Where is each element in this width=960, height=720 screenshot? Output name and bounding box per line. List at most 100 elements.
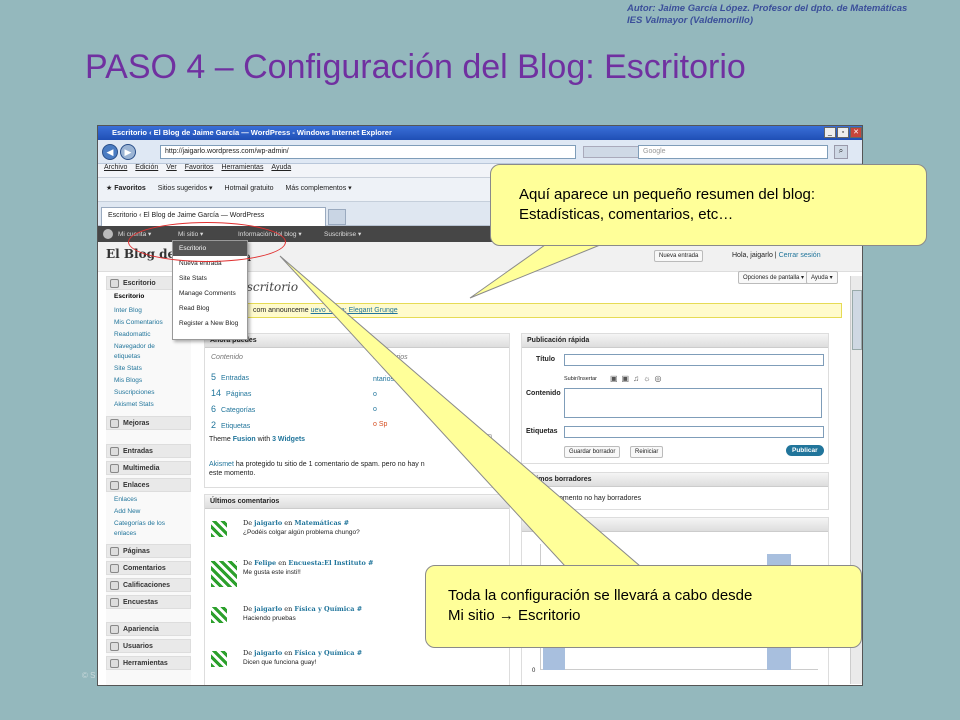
bottom-callout-line-2: Mi sitio → Escritorio xyxy=(448,607,581,624)
suggested-sites[interactable]: Sitios sugeridos ▾ xyxy=(158,185,213,192)
poll-icon xyxy=(110,598,119,607)
brush-icon xyxy=(110,625,119,634)
highlight-ring xyxy=(128,222,286,262)
logout-link[interactable]: Cerrar sesión xyxy=(779,252,821,259)
menu-herramientas[interactable]: Herramientas xyxy=(106,656,191,670)
sub-inter-blog[interactable]: Inter Blog xyxy=(114,307,142,314)
comment-item: De jaigarlo en Matemáticas # ¿Podéis col… xyxy=(209,517,509,557)
contenido-label: Contenido xyxy=(526,390,561,397)
comment-counts: ntarios o o o Sp xyxy=(373,376,395,428)
gear-icon xyxy=(110,419,119,428)
sub-akismet-stats[interactable]: Akismet Stats xyxy=(114,401,154,408)
reset-button[interactable]: Reiniciar xyxy=(630,446,664,458)
greeting: Hola, jaigarlo | Cerrar sesión xyxy=(732,252,821,259)
bottom-callout: Toda la configuración se llevará a cabo … xyxy=(425,565,862,648)
back-icon[interactable]: ◀ xyxy=(102,144,118,160)
sub-navegador[interactable]: Navegador de xyxy=(114,343,155,350)
rating-icon xyxy=(110,581,119,590)
house-icon xyxy=(110,279,119,288)
menu-favoritos[interactable]: Favoritos xyxy=(185,164,214,171)
announcement-notice: com announceme uevo Tema: Elegant Grunge xyxy=(202,303,842,318)
slide-title: PASO 4 – Configuración del Blog: Escrito… xyxy=(85,48,746,86)
quick-post-box: Publicación rápida Título Subir/Insertar… xyxy=(521,333,829,464)
menu-comentarios[interactable]: Comentarios xyxy=(106,561,191,575)
sub-escritorio[interactable]: Escritorio xyxy=(114,293,144,300)
publish-button[interactable]: Publicar xyxy=(786,445,824,456)
sub-mis-comentarios[interactable]: Mis Comentarios xyxy=(114,319,163,326)
right-arrow-icon: → xyxy=(498,607,514,624)
drafts-box: Últimos borradores este momento no hay b… xyxy=(521,472,829,510)
content-textarea[interactable] xyxy=(564,388,822,418)
wpbar-suscribirse[interactable]: Suscribirse ▾ xyxy=(324,230,361,238)
new-entry-button[interactable]: Nueva entrada xyxy=(654,250,704,262)
page-icon xyxy=(110,547,119,556)
menu-ayuda[interactable]: Ayuda xyxy=(271,164,291,171)
menu-herramientas[interactable]: Herramientas xyxy=(221,164,263,171)
dropdown-manage-comments[interactable]: Manage Comments xyxy=(173,286,247,301)
menu-enlaces[interactable]: Enlaces xyxy=(106,478,191,492)
more-addons[interactable]: Más complementos ▾ xyxy=(286,185,352,192)
menu-edicion[interactable]: Edición xyxy=(135,164,158,171)
drafts-title: Últimos borradores xyxy=(522,473,828,487)
menu-mejoras[interactable]: Mejoras xyxy=(106,416,191,430)
count-list: 5 Entradas 14 Páginas 6 Categorías 2 Eti… xyxy=(211,370,255,434)
sub-enlaces-2[interactable]: enlaces xyxy=(114,530,136,537)
top-callout: Aquí aparece un pequeño resumen del blog… xyxy=(490,164,927,246)
forward-icon[interactable]: ▶ xyxy=(120,144,136,160)
screen-options-button[interactable]: Opciones de pantalla ▾ xyxy=(738,271,810,284)
menu-encuestas[interactable]: Encuestas xyxy=(106,595,191,609)
sub-suscripciones[interactable]: Suscripciones xyxy=(114,389,154,396)
save-draft-button[interactable]: Guardar borrador xyxy=(564,446,621,458)
close-button[interactable]: ✕ xyxy=(850,127,862,138)
sub-readomattic[interactable]: Readomattic xyxy=(114,331,151,338)
maximize-button[interactable]: ▫ xyxy=(837,127,849,138)
window-title-bar: Escritorio ‹ El Blog de Jaime García — W… xyxy=(98,126,862,140)
title-input[interactable] xyxy=(564,354,824,366)
menu-archivo[interactable]: Archivo xyxy=(104,164,127,171)
media-icons[interactable]: ▣▣♫☼◎ xyxy=(610,374,665,383)
top-callout-line-1: Aquí aparece un pequeño resumen del blog… xyxy=(519,186,816,203)
new-tab-button[interactable] xyxy=(328,209,346,225)
scrollbar-thumb[interactable] xyxy=(852,290,862,350)
menu-entradas[interactable]: Entradas xyxy=(106,444,191,458)
count-categorias[interactable]: 6 Categorías xyxy=(211,402,255,418)
change-theme-button[interactable]: biar tema xyxy=(457,434,493,446)
upload-insert-label: Subir/Insertar xyxy=(564,376,598,382)
sub-etiquetas[interactable]: etiquetas xyxy=(114,353,140,360)
user-icon xyxy=(110,642,119,651)
dropdown-site-stats[interactable]: Site Stats xyxy=(173,271,247,286)
refresh-stop-buttons[interactable] xyxy=(583,146,643,158)
menu-ver[interactable]: Ver xyxy=(166,164,177,171)
bottom-callout-line-1: Toda la configuración se llevará a cabo … xyxy=(448,587,753,604)
menu-calificaciones[interactable]: Calificaciones xyxy=(106,578,191,592)
menu-paginas[interactable]: Páginas xyxy=(106,544,191,558)
sub-categorias[interactable]: Categorías de los xyxy=(114,520,165,527)
search-icon[interactable]: ⌕ xyxy=(834,145,848,159)
search-field[interactable]: Google xyxy=(638,145,828,159)
menu-usuarios[interactable]: Usuarios xyxy=(106,639,191,653)
avatar xyxy=(211,651,227,667)
count-paginas[interactable]: 14 Páginas xyxy=(211,386,255,402)
dropdown-read-blog[interactable]: Read Blog xyxy=(173,301,247,316)
count-etiquetas[interactable]: 2 Etiquetas xyxy=(211,418,255,434)
menu-multimedia[interactable]: Multimedia xyxy=(106,461,191,475)
minimize-button[interactable]: _ xyxy=(824,127,836,138)
menu-apariencia[interactable]: Apariencia xyxy=(106,622,191,636)
col-comentarios: omentarios xyxy=(373,354,408,361)
hotmail-link[interactable]: Hotmail gratuito xyxy=(225,185,274,192)
link-icon xyxy=(110,481,119,490)
sub-site-stats[interactable]: Site Stats xyxy=(114,365,142,372)
etiquetas-label: Etiquetas xyxy=(526,428,558,435)
count-entradas[interactable]: 5 Entradas xyxy=(211,370,255,386)
notice-link[interactable]: uevo Tema: Elegant Grunge xyxy=(311,307,398,314)
tags-input[interactable] xyxy=(564,426,824,438)
favorites-button[interactable]: ★ Favoritos xyxy=(106,185,146,192)
dropdown-register-blog[interactable]: Register a New Blog xyxy=(173,316,247,331)
avatar xyxy=(211,521,227,537)
sub-enlaces[interactable]: Enlaces xyxy=(114,496,137,503)
url-field[interactable]: http://jaigarlo.wordpress.com/wp-admin/ xyxy=(160,145,576,159)
help-button[interactable]: Ayuda ▾ xyxy=(806,271,838,284)
sub-add-new[interactable]: Add New xyxy=(114,508,140,515)
sub-mis-blogs[interactable]: Mis Blogs xyxy=(114,377,142,384)
address-bar-row: ◀ ▶ http://jaigarlo.wordpress.com/wp-adm… xyxy=(98,140,862,164)
